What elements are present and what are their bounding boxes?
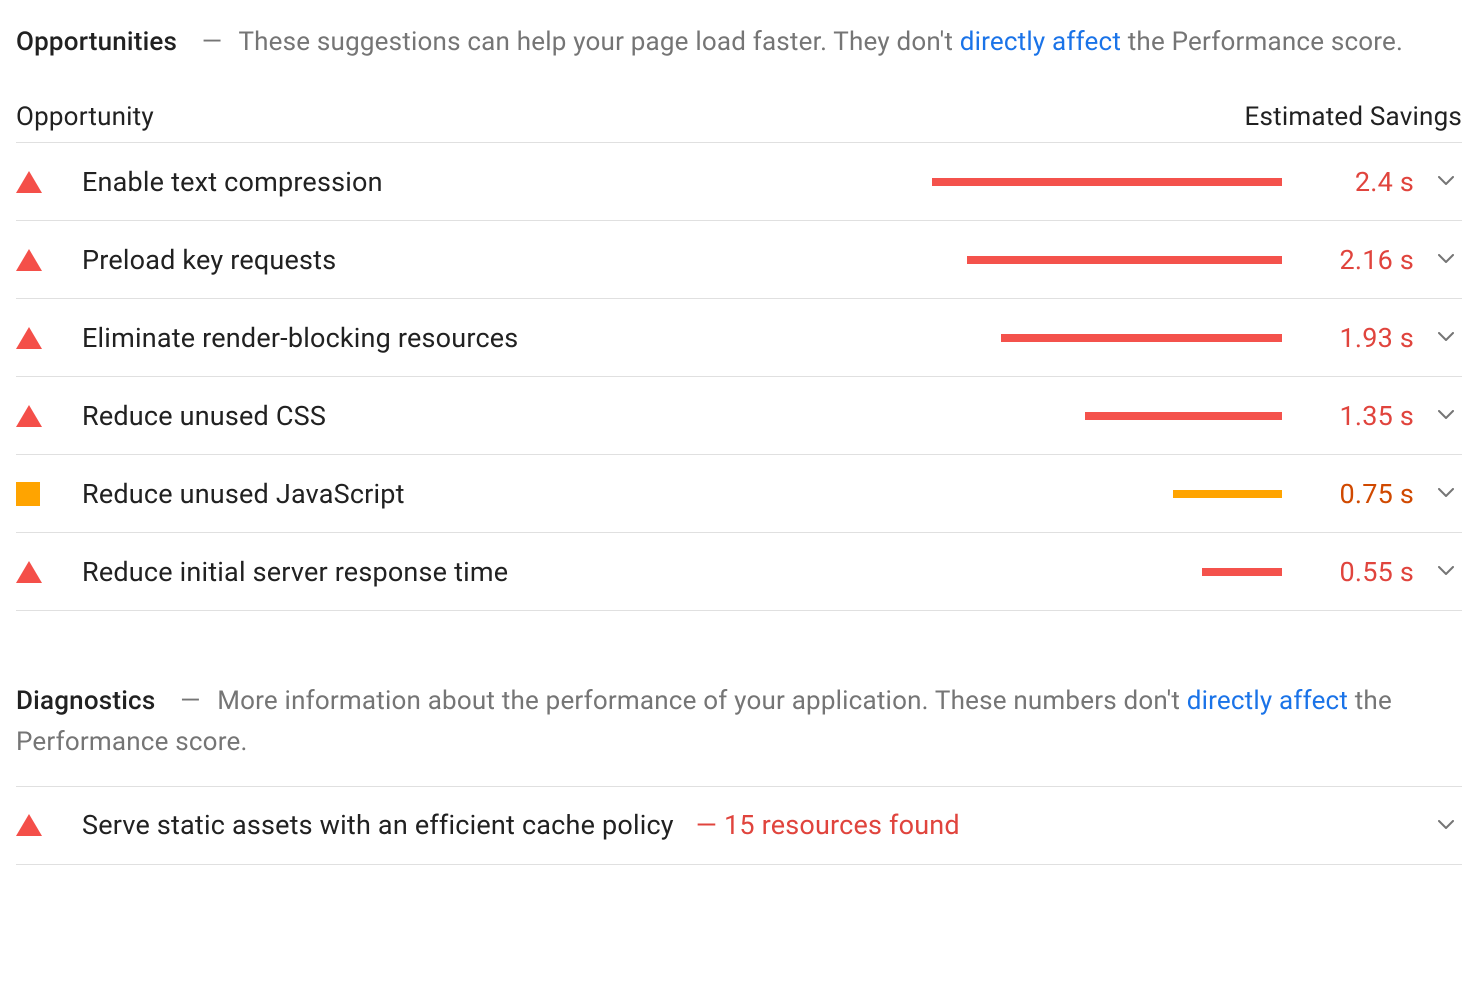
opportunity-title: Enable text compression xyxy=(64,166,383,198)
opportunity-row[interactable]: Reduce unused JavaScript 0.75 s xyxy=(16,455,1462,533)
savings-value: 2.16 s xyxy=(1308,244,1414,276)
triangle-icon xyxy=(16,327,64,349)
col-opportunity: Opportunity xyxy=(16,102,154,132)
savings-bar xyxy=(967,256,1282,264)
savings-bar-col xyxy=(336,256,1308,264)
opportunity-row[interactable]: Eliminate render-blocking resources 1.93 … xyxy=(16,299,1462,377)
diagnostic-note: — 15 resources found xyxy=(696,809,960,841)
savings-bar-col xyxy=(405,490,1308,498)
savings-value: 0.75 s xyxy=(1308,478,1414,510)
opportunity-title: Preload key requests xyxy=(64,244,336,276)
savings-value: 0.55 s xyxy=(1308,556,1414,588)
savings-bar xyxy=(1173,490,1282,498)
chevron-down-icon[interactable] xyxy=(1414,815,1460,836)
diagnostics-rows: Serve static assets with an efficient ca… xyxy=(16,786,1462,865)
triangle-icon xyxy=(16,561,64,583)
savings-value: 1.35 s xyxy=(1308,400,1414,432)
triangle-icon xyxy=(16,405,64,427)
triangle-icon xyxy=(16,249,64,271)
chevron-down-icon[interactable] xyxy=(1414,327,1460,348)
savings-bar xyxy=(1001,334,1282,342)
opportunity-title: Reduce unused JavaScript xyxy=(64,478,405,510)
opportunity-title: Eliminate render-blocking resources xyxy=(64,322,518,354)
savings-bar-col xyxy=(326,412,1308,420)
opportunities-table-header: Opportunity Estimated Savings xyxy=(16,102,1462,142)
chevron-down-icon[interactable] xyxy=(1414,171,1460,192)
savings-bar xyxy=(932,178,1282,186)
opportunity-row[interactable]: Reduce initial server response time 0.55 … xyxy=(16,533,1462,611)
opportunity-title: Reduce unused CSS xyxy=(64,400,326,432)
opportunities-header: Opportunities — These suggestions can he… xyxy=(16,22,1462,62)
opportunity-title: Reduce initial server response time xyxy=(64,556,508,588)
diagnostic-title: Serve static assets with an efficient ca… xyxy=(64,809,674,841)
opportunity-row[interactable]: Reduce unused CSS 1.35 s xyxy=(16,377,1462,455)
savings-bar-col xyxy=(383,178,1308,186)
diagnostics-header: Diagnostics — More information about the… xyxy=(16,681,1462,762)
opportunity-row[interactable]: Preload key requests 2.16 s xyxy=(16,221,1462,299)
savings-value: 1.93 s xyxy=(1308,322,1414,354)
chevron-down-icon[interactable] xyxy=(1414,249,1460,270)
diagnostics-dash: — xyxy=(180,686,201,716)
savings-value: 2.4 s xyxy=(1308,166,1414,198)
chevron-down-icon[interactable] xyxy=(1414,405,1460,426)
savings-bar-col xyxy=(518,334,1308,342)
savings-bar xyxy=(1202,568,1282,576)
savings-bar-col xyxy=(508,568,1308,576)
directly-affect-link[interactable]: directly affect xyxy=(960,27,1121,57)
opportunities-title: Opportunities xyxy=(16,27,177,57)
col-savings: Estimated Savings xyxy=(1245,102,1462,132)
square-icon xyxy=(16,482,64,506)
triangle-icon xyxy=(16,171,64,193)
diagnostics-desc: More information about the performance o… xyxy=(16,686,1392,756)
savings-bar xyxy=(1085,412,1282,420)
opportunities-dash: — xyxy=(202,27,223,57)
directly-affect-link-2[interactable]: directly affect xyxy=(1187,686,1348,716)
chevron-down-icon[interactable] xyxy=(1414,561,1460,582)
diagnostic-row[interactable]: Serve static assets with an efficient ca… xyxy=(16,787,1462,865)
triangle-icon xyxy=(16,814,64,836)
opportunities-desc: These suggestions can help your page loa… xyxy=(238,27,1403,57)
opportunities-rows: Enable text compression 2.4 s Preload key … xyxy=(16,142,1462,611)
diagnostics-title: Diagnostics xyxy=(16,686,155,716)
opportunity-row[interactable]: Enable text compression 2.4 s xyxy=(16,143,1462,221)
chevron-down-icon[interactable] xyxy=(1414,483,1460,504)
